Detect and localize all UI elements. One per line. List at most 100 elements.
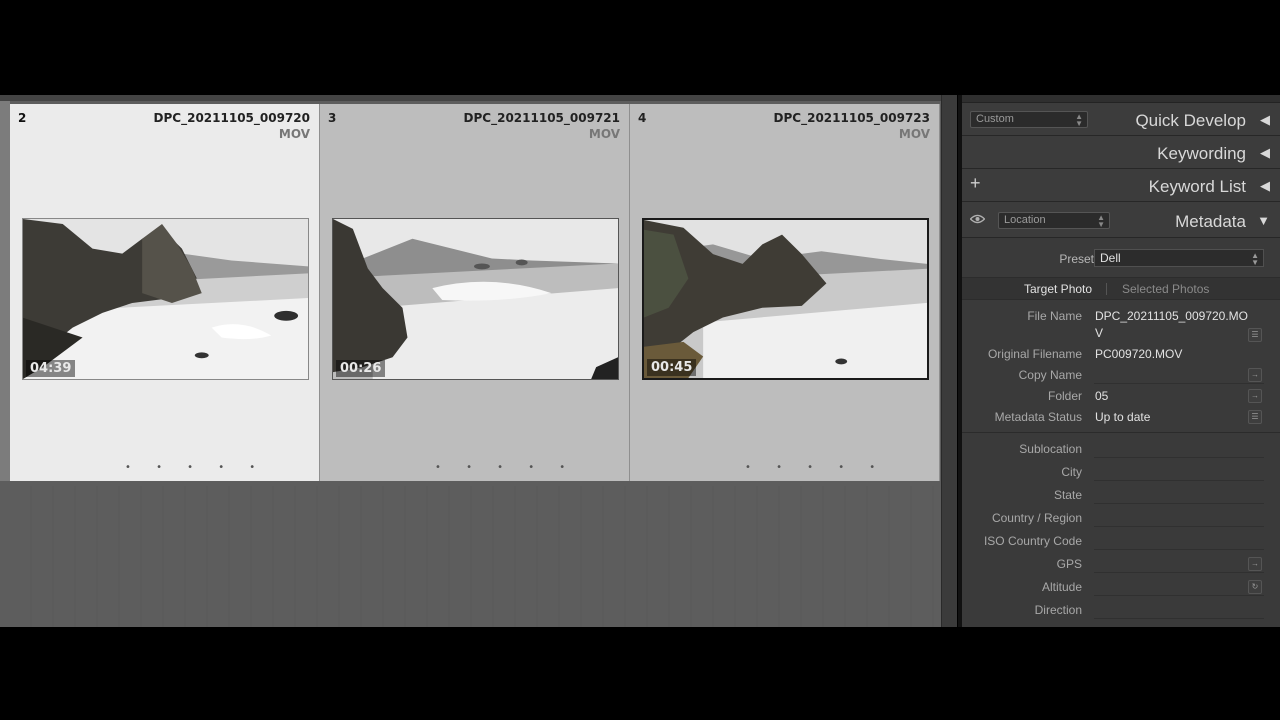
grid-empty-area (10, 486, 939, 627)
copy-name-input[interactable] (1094, 366, 1264, 384)
field-label: Altitude (1041, 580, 1082, 594)
metadata-header[interactable]: Location ▲ ▼ Metadata ▼ (962, 202, 1280, 238)
field-city: City (962, 462, 1280, 485)
section-title: Metadata (1175, 212, 1246, 231)
field-label: GPS (1056, 557, 1082, 571)
triangle-down-icon[interactable]: ▼ (1257, 213, 1270, 228)
field-label: Direction (1034, 603, 1082, 617)
keyword-list-header[interactable]: + Keyword List ◀ (962, 169, 1280, 202)
grid-cell[interactable]: 2 DPC_20211105_009720 MOV 04:39 • • • • … (10, 104, 320, 481)
grid-row: 2 DPC_20211105_009720 MOV 04:39 • • • • … (10, 104, 940, 481)
grid-scrollbar[interactable] (941, 95, 957, 627)
coast-thumbnail-image (333, 219, 618, 379)
video-thumbnail[interactable]: 00:26 (332, 218, 619, 380)
country-region-input[interactable] (1094, 509, 1264, 527)
metadata-preset-value: Dell (1100, 251, 1121, 265)
iso-country-code-input[interactable] (1094, 532, 1264, 550)
grid-cell[interactable]: 4 DPC_20211105_009723 MOV 00:45 • • • • … (630, 104, 940, 481)
preset-label: Preset (1059, 252, 1094, 266)
quick-develop-preset-select[interactable]: Custom ▲ ▼ (970, 111, 1088, 128)
section-title: Quick Develop (1135, 111, 1246, 130)
gps-input[interactable] (1094, 555, 1264, 573)
section-title: Keyword List (1148, 177, 1246, 196)
coast-thumbnail-image (644, 220, 927, 378)
section-title: Keywording (1157, 144, 1246, 163)
metadata-target-tabs: Target Photo Selected Photos (962, 278, 1280, 300)
file-name-value[interactable]: DPC_20211105_009720.MO (1095, 309, 1248, 323)
video-thumbnail[interactable]: 04:39 (22, 218, 309, 380)
coast-thumbnail-image (23, 219, 308, 379)
tab-selected-photos[interactable]: Selected Photos (1122, 282, 1209, 296)
cell-filename: DPC_20211105_009723 (773, 111, 930, 125)
field-label: Country / Region (991, 511, 1082, 525)
eye-icon[interactable] (969, 211, 986, 229)
list-icon[interactable]: ☰ (1248, 410, 1262, 424)
tab-divider (1106, 283, 1107, 295)
arrow-right-icon[interactable]: → (1248, 389, 1262, 403)
cell-filename: DPC_20211105_009720 (153, 111, 310, 125)
field-gps: GPS → (962, 554, 1280, 577)
keywording-header[interactable]: Keywording ◀ (962, 136, 1280, 169)
field-country-region: Country / Region (962, 508, 1280, 531)
cell-extension: MOV (278, 127, 310, 141)
field-label: Sublocation (1019, 442, 1082, 456)
field-metadata-status: Metadata Status Up to date ☰ (962, 407, 1280, 428)
field-copy-name: Copy Name → (962, 365, 1280, 386)
cell-extension: MOV (898, 127, 930, 141)
quick-develop-preset-value: Custom (976, 113, 1014, 125)
altitude-input[interactable] (1094, 578, 1264, 596)
arrow-right-icon[interactable]: → (1248, 368, 1262, 382)
cell-index: 3 (328, 111, 337, 125)
rating-dots[interactable]: • • • • • (125, 462, 266, 473)
tab-target-photo[interactable]: Target Photo (1024, 282, 1092, 296)
cell-index: 4 (638, 111, 647, 125)
field-state: State (962, 485, 1280, 508)
rating-dots[interactable]: • • • • • (435, 462, 576, 473)
field-file-name: File Name DPC_20211105_009720.MO V ☰ (962, 306, 1280, 344)
field-label: ISO Country Code (983, 534, 1082, 548)
field-folder: Folder 05 → (962, 386, 1280, 407)
list-icon[interactable]: ☰ (1248, 328, 1262, 342)
arrow-right-icon[interactable]: → (1248, 557, 1262, 571)
metadata-preset-select[interactable]: Dell ▲ ▼ (1094, 249, 1264, 267)
field-label: City (1061, 465, 1082, 479)
metadata-fields: File Name DPC_20211105_009720.MO V ☰ Ori… (962, 300, 1280, 623)
cell-filename: DPC_20211105_009721 (463, 111, 620, 125)
video-thumbnail[interactable]: 00:45 (642, 218, 929, 380)
folder-value: 05 (1095, 389, 1109, 403)
triangle-left-icon[interactable]: ◀ (1260, 112, 1270, 128)
video-duration: 00:26 (336, 360, 386, 377)
metadata-view-select[interactable]: Location ▲ ▼ (998, 212, 1110, 229)
field-label: Original Filename (987, 347, 1082, 361)
file-name-value-wrap[interactable]: V (1095, 326, 1103, 340)
video-duration: 04:39 (26, 360, 76, 377)
panel-top-strip (962, 95, 1280, 103)
plus-icon[interactable]: + (970, 173, 981, 194)
state-input[interactable] (1094, 486, 1264, 504)
city-input[interactable] (1094, 463, 1264, 481)
video-duration: 00:45 (647, 359, 697, 376)
stepper-icon: ▲ ▼ (1251, 251, 1259, 267)
field-altitude: Altitude ↻ (962, 577, 1280, 600)
triangle-left-icon[interactable]: ◀ (1260, 178, 1270, 194)
stepper-icon: ▲ ▼ (1097, 213, 1105, 229)
metadata-preset-row: Preset Dell ▲ ▼ (962, 238, 1280, 278)
right-panel: Custom ▲ ▼ Quick Develop ◀ Keywording ◀ +… (958, 95, 1280, 627)
field-label: File Name (1027, 309, 1082, 323)
cell-extension: MOV (588, 127, 620, 141)
refresh-icon[interactable]: ↻ (1248, 580, 1262, 594)
rating-dots[interactable]: • • • • • (745, 462, 886, 473)
cell-index: 2 (18, 111, 27, 125)
sublocation-input[interactable] (1094, 440, 1264, 458)
direction-input[interactable] (1094, 601, 1264, 619)
section-divider (962, 432, 1280, 433)
field-label: State (1053, 488, 1082, 502)
metadata-status-value: Up to date (1095, 410, 1151, 424)
grid-cell[interactable]: 3 DPC_20211105_009721 MOV 00:26 • • • • … (320, 104, 630, 481)
stepper-icon: ▲ ▼ (1075, 112, 1083, 128)
field-label: Folder (1047, 389, 1082, 403)
original-filename-value: PC009720.MOV (1095, 347, 1183, 361)
field-sublocation: Sublocation (962, 439, 1280, 462)
triangle-left-icon[interactable]: ◀ (1260, 145, 1270, 161)
quick-develop-header[interactable]: Custom ▲ ▼ Quick Develop ◀ (962, 103, 1280, 136)
